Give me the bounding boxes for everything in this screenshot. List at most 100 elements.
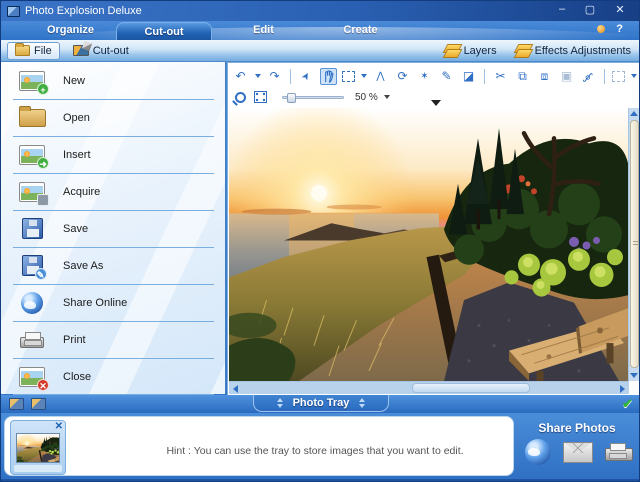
photo-tray-zone: ✕ Hint : You can use the tray to store i…: [1, 413, 640, 479]
zoom-tool-icon[interactable]: [232, 89, 249, 106]
tab-organize[interactable]: Organize: [23, 21, 118, 40]
tray-remove-icon[interactable]: [31, 398, 46, 410]
photo-canvas[interactable]: [229, 108, 629, 381]
sidebar-item-insert[interactable]: ➜ Insert: [1, 136, 226, 173]
sidebar-item-label: Save: [63, 223, 88, 235]
app-icon: [7, 6, 20, 17]
separator: [484, 69, 485, 84]
share-print-icon[interactable]: [605, 448, 633, 461]
effects-adjustments-button[interactable]: Effects Adjustments: [513, 42, 633, 60]
file-button-label: File: [34, 45, 52, 57]
polygon-select-icon[interactable]: ⋀: [372, 68, 389, 85]
sidebar-item-open[interactable]: Open: [1, 99, 226, 136]
tab-edit[interactable]: Edit: [216, 21, 311, 40]
scroll-right-icon[interactable]: [620, 385, 625, 393]
maximize-button[interactable]: ▢: [577, 3, 603, 16]
sidebar-item-print[interactable]: Print: [1, 321, 226, 358]
selection-mode-icon[interactable]: [612, 71, 625, 82]
marquee-dropdown-caret-icon[interactable]: [361, 74, 367, 78]
tab-cutout[interactable]: Cut-out: [116, 22, 212, 40]
zoom-level-value: 50 %: [355, 92, 378, 103]
horizontal-scrollbar[interactable]: [229, 381, 629, 394]
selection-mode-caret-icon[interactable]: [631, 74, 637, 78]
arrow-badge-icon: ➜: [37, 157, 49, 169]
new-photo-icon: +: [19, 71, 45, 91]
scroll-down-icon[interactable]: [630, 373, 638, 378]
cutout-button-label: Cut-out: [93, 45, 129, 57]
sidebar-item-label: Acquire: [63, 186, 100, 198]
undo-icon[interactable]: ↶: [232, 68, 249, 85]
cutout-tool-icon: [73, 45, 89, 56]
layers-label: Layers: [464, 45, 497, 57]
photo-tray-toggle[interactable]: Photo Tray: [253, 395, 389, 412]
sidebar-item-label: New: [63, 75, 85, 87]
file-menu-sidebar: + New Open ➜ Insert Acquire Save ✎ Save …: [1, 62, 226, 394]
paste-icon[interactable]: ⧈: [536, 68, 553, 85]
effects-icon: [515, 44, 531, 57]
sidebar-item-label: Insert: [63, 149, 91, 161]
sidebar-item-save[interactable]: Save: [1, 210, 226, 247]
horizontal-scroll-thumb[interactable]: [412, 383, 530, 393]
status-dot-icon: [597, 25, 605, 33]
pan-hand-icon[interactable]: [320, 68, 337, 85]
sidebar-item-acquire[interactable]: Acquire: [1, 173, 226, 210]
tab-create[interactable]: Create: [313, 21, 408, 40]
crop-tool-icon[interactable]: ◪: [460, 68, 477, 85]
close-button[interactable]: ✕: [607, 3, 633, 16]
minimize-button[interactable]: –: [549, 3, 575, 15]
layers-button[interactable]: Layers: [442, 42, 499, 60]
sidebar-item-label: Print: [63, 334, 86, 346]
marquee-select-icon[interactable]: [342, 71, 355, 82]
sidebar-item-new[interactable]: + New: [1, 62, 226, 99]
photo-tray-label: Photo Tray: [293, 397, 350, 409]
scroll-up-icon[interactable]: [630, 111, 638, 116]
ribbon-toolbar: File Cut-out Layers Effects Adjustments: [1, 40, 640, 62]
tray-thumbnail[interactable]: ✕: [10, 420, 66, 475]
photo-tray-bar: Photo Tray ✔: [1, 395, 640, 413]
magic-wand-icon[interactable]: ✶: [416, 68, 433, 85]
duplicate-icon[interactable]: ▣: [558, 68, 575, 85]
brush-tool-icon[interactable]: ✎: [438, 68, 455, 85]
rotate-tool-icon[interactable]: ⟳: [394, 68, 411, 85]
thumbnail-close-icon[interactable]: ✕: [55, 421, 63, 432]
vertical-scrollbar[interactable]: [628, 108, 639, 381]
sidebar-item-label: Open: [63, 112, 90, 124]
zoom-slider[interactable]: [282, 96, 344, 99]
sidebar-item-share-online[interactable]: Share Online: [1, 284, 226, 321]
title-bar: Photo Explosion Deluxe – ▢ ✕: [1, 1, 640, 21]
help-icon[interactable]: ?: [616, 23, 623, 35]
window-title: Photo Explosion Deluxe: [25, 5, 142, 17]
cutout-button[interactable]: Cut-out: [66, 42, 136, 60]
folder-icon: [19, 109, 46, 127]
vertical-scroll-thumb[interactable]: [630, 120, 639, 368]
file-button[interactable]: File: [7, 42, 60, 60]
sidebar-item-close[interactable]: ✕ Close: [1, 358, 226, 395]
photo-tray-panel: ✕ Hint : You can use the tray to store i…: [4, 416, 514, 476]
copy-icon[interactable]: ⧉: [514, 68, 531, 85]
acquire-camera-icon: [19, 182, 45, 202]
toolbar-collapse-icon[interactable]: [431, 100, 441, 106]
sidebar-item-label: Close: [63, 371, 91, 383]
redo-icon[interactable]: ↷: [266, 68, 283, 85]
editor-canvas-panel: ↶ ↷ ➤ ⋀ ⟳ ✶ ✎ ◪ ✂ ⧉ ⧈ ▣ ∮: [227, 62, 640, 396]
canvas-toolbar-row1: ↶ ↷ ➤ ⋀ ⟳ ✶ ✎ ◪ ✂ ⧉ ⧈ ▣ ∮: [232, 66, 640, 86]
insert-photo-icon: ➜: [19, 145, 45, 165]
share-email-icon[interactable]: [563, 442, 593, 463]
attach-icon[interactable]: ∮: [577, 64, 601, 88]
zoom-dropdown-caret-icon[interactable]: [384, 95, 390, 99]
confirm-check-icon[interactable]: ✔: [622, 396, 633, 412]
tray-add-icon[interactable]: [9, 398, 24, 410]
share-photos-label: Share Photos: [517, 421, 637, 435]
share-web-icon[interactable]: [525, 439, 551, 465]
zoom-slider-thumb[interactable]: [287, 93, 296, 103]
scroll-left-icon[interactable]: [233, 385, 238, 393]
select-arrow-icon[interactable]: ➤: [295, 64, 318, 87]
canvas-toolbar-row2: 50 %: [232, 87, 390, 107]
globe-icon: [21, 292, 43, 314]
undo-dropdown-caret-icon[interactable]: [255, 74, 261, 78]
sidebar-item-save-as[interactable]: ✎ Save As: [1, 247, 226, 284]
floppy-icon: [22, 218, 43, 239]
cut-icon[interactable]: ✂: [492, 68, 509, 85]
fit-to-window-icon[interactable]: [254, 91, 267, 103]
pencil-badge-icon: ✎: [35, 268, 47, 280]
